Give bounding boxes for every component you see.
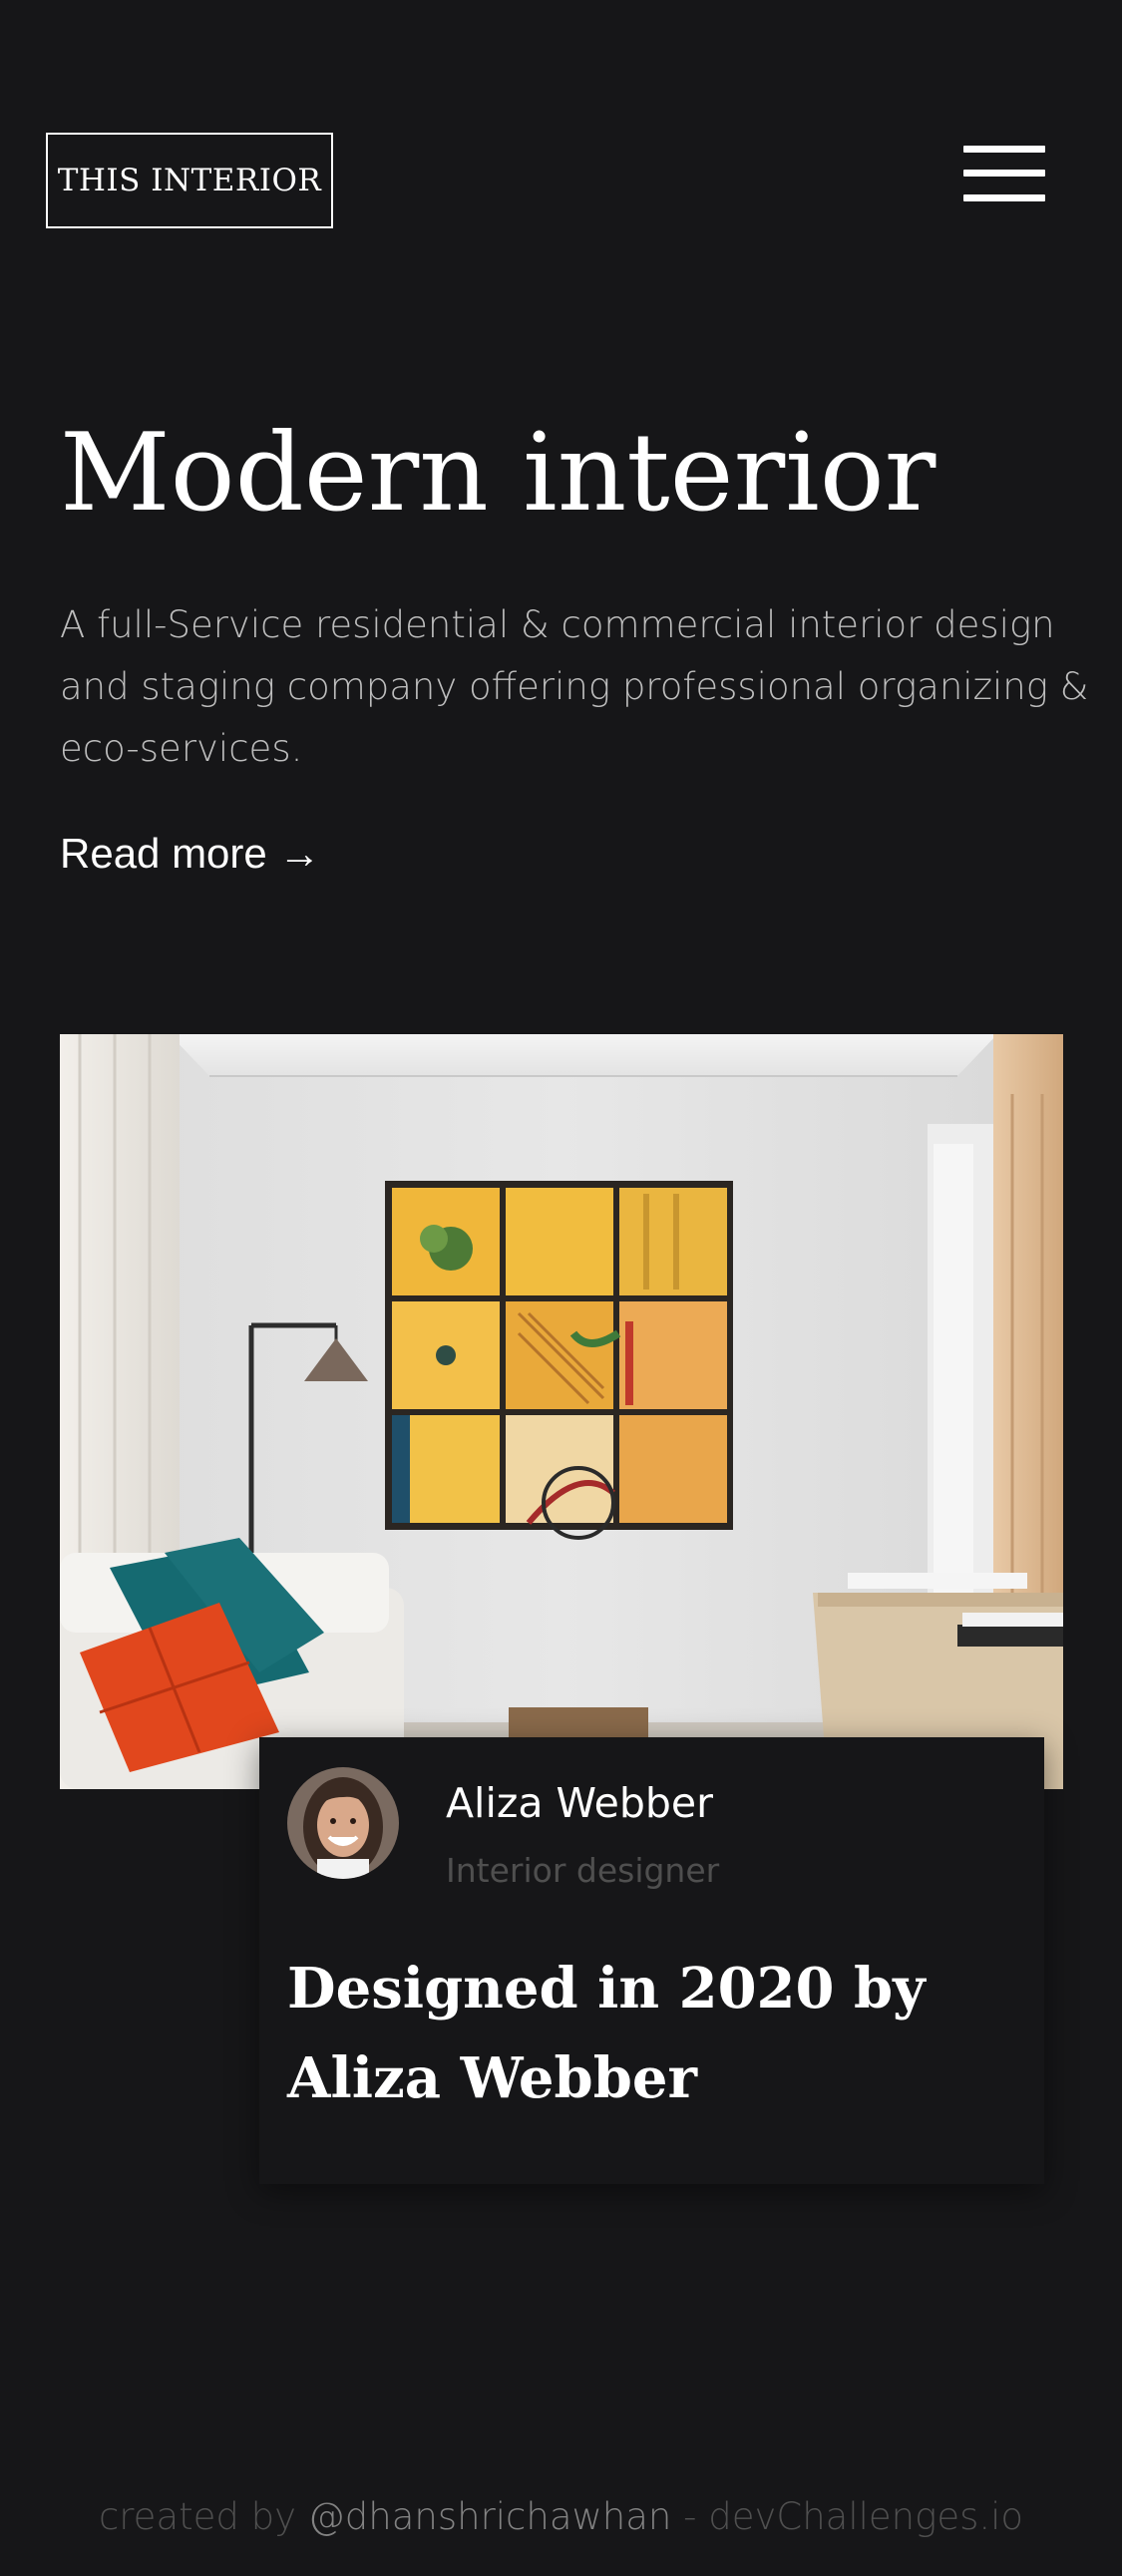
logo-text: THIS INTERIOR [57, 163, 322, 198]
avatar [287, 1767, 399, 1879]
logo[interactable]: THIS INTERIOR [46, 133, 333, 228]
footer-author-link[interactable]: @dhanshrichawhan [308, 2495, 672, 2538]
hero-title: Modern interior [60, 411, 936, 536]
menu-bar [963, 146, 1045, 153]
feature-card: Aliza Webber Interior designer Designed … [259, 1737, 1044, 2184]
menu-bar [963, 194, 1045, 201]
read-more-link[interactable]: Read more → [60, 824, 320, 884]
menu-bar [963, 170, 1045, 177]
author-role: Interior designer [446, 1851, 720, 1890]
footer-suffix: - devChallenges.io [671, 2495, 1024, 2538]
feature-image [60, 1034, 1063, 1789]
footer-credit: created by @dhanshrichawhan - devChallen… [0, 2487, 1122, 2547]
hero-description: A full-Service residential & commercial … [60, 603, 1089, 770]
author-name: Aliza Webber [446, 1779, 714, 1827]
card-title: Designed in 2020 by Aliza Webber [287, 1956, 926, 2111]
footer-prefix: created by [98, 2495, 308, 2538]
hamburger-menu-icon[interactable] [963, 146, 1045, 201]
